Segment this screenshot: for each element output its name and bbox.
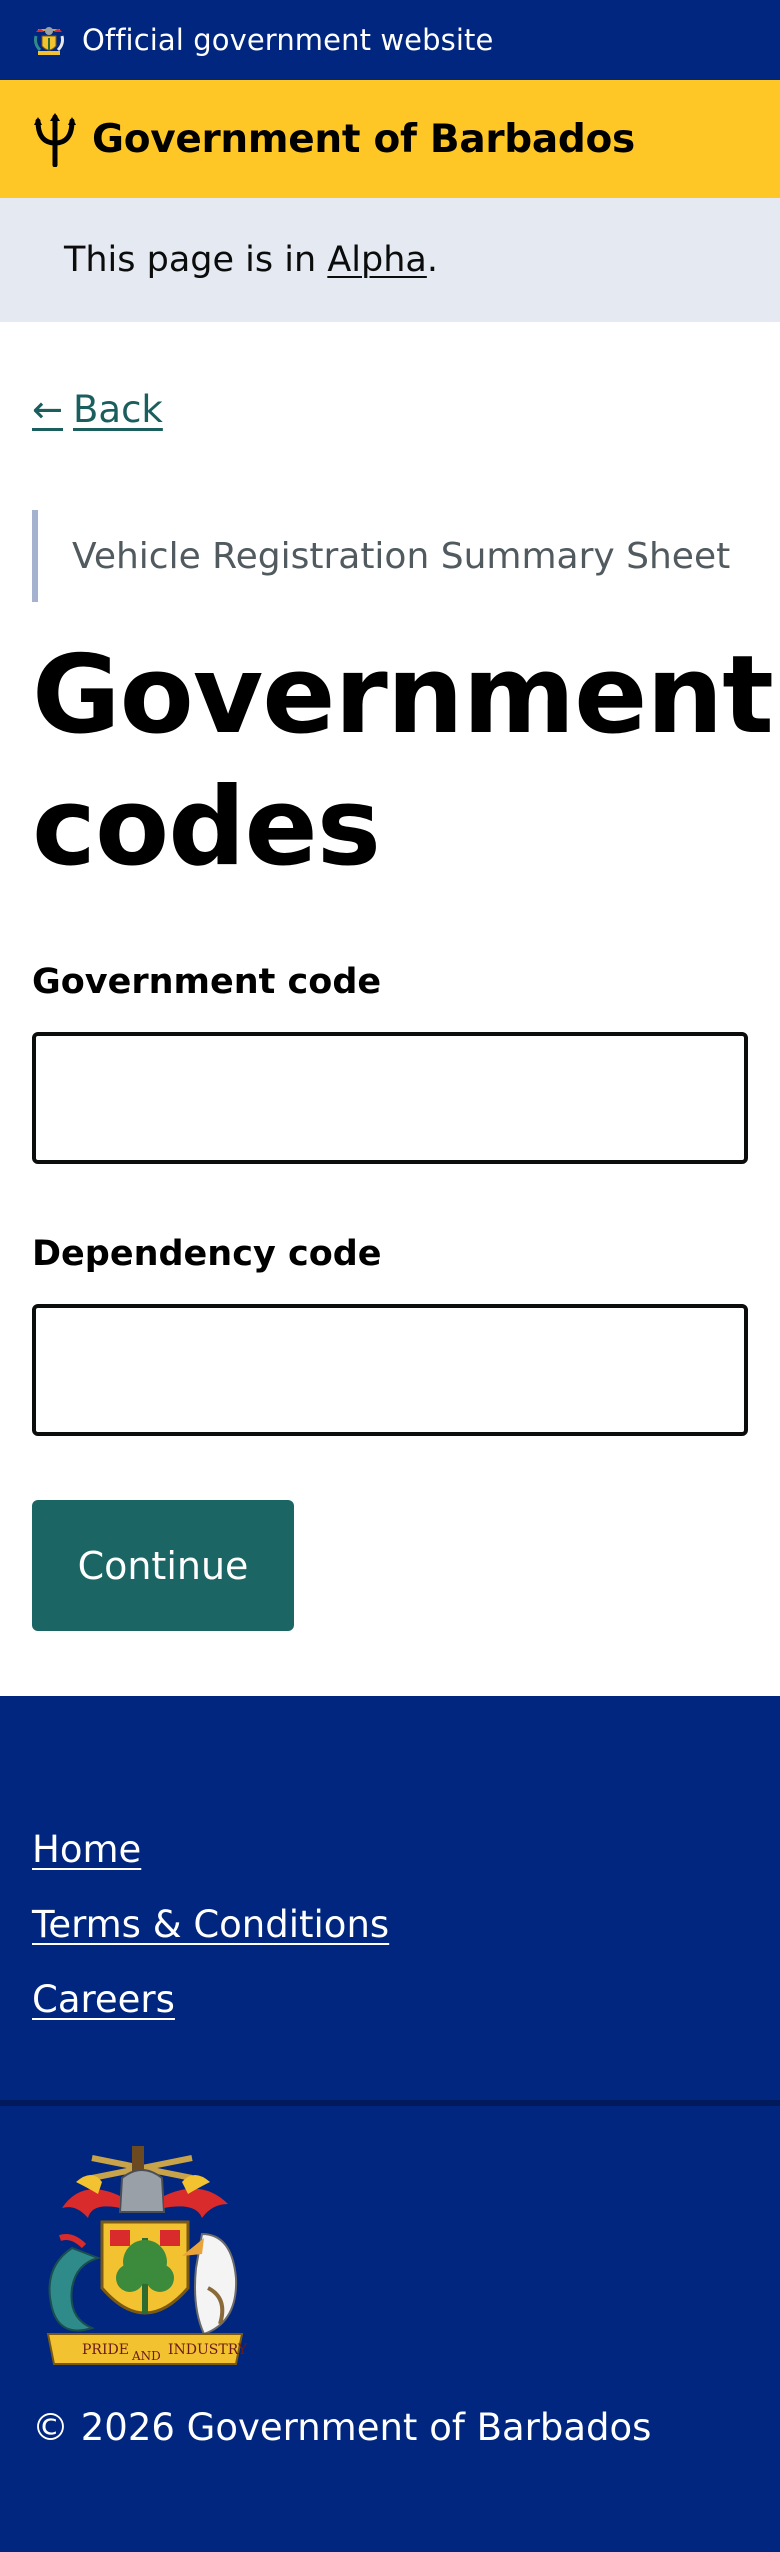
footer-link-home[interactable]: Home — [32, 1826, 389, 1874]
page-caption-text: Vehicle Registration Summary Sheet — [72, 535, 731, 577]
phase-banner-prefix: This page is in — [64, 240, 328, 280]
site-header: Government of Barbados — [0, 80, 780, 198]
page-title: Government codes — [32, 633, 774, 890]
footer-link-terms[interactable]: Terms & Conditions — [32, 1901, 389, 1949]
official-banner: Official government website — [0, 0, 780, 80]
dependency-code-label: Dependency code — [32, 1234, 382, 1274]
government-code-label: Government code — [32, 962, 382, 1002]
coat-of-arms-icon — [34, 27, 64, 55]
back-arrow-icon: ← — [32, 388, 64, 431]
continue-button[interactable]: Continue — [32, 1500, 294, 1631]
phase-banner: This page is in Alpha. — [0, 198, 780, 322]
phase-alpha-link[interactable]: Alpha — [327, 240, 427, 280]
footer-divider — [0, 2100, 780, 2106]
coat-of-arms-icon: PRIDE AND INDUSTRY — [46, 2146, 248, 2365]
motto-right: INDUSTRY — [168, 2342, 248, 2358]
official-banner-text: Official government website — [82, 23, 494, 57]
site-brand[interactable]: Government of Barbados — [92, 117, 635, 162]
footer-copyright: © 2026 Government of Barbados — [32, 2406, 652, 2449]
dependency-code-input[interactable] — [32, 1304, 748, 1436]
motto-center: AND — [131, 2349, 161, 2363]
motto-left: PRIDE — [82, 2342, 129, 2358]
trident-icon — [34, 113, 76, 167]
government-code-input[interactable] — [32, 1032, 748, 1164]
phase-banner-suffix: . — [426, 240, 438, 280]
footer-link-careers[interactable]: Careers — [32, 1976, 389, 2024]
footer-nav: Home Terms & Conditions Careers — [32, 1826, 389, 2051]
page-caption: Vehicle Registration Summary Sheet — [32, 510, 748, 602]
back-link-label: Back — [73, 388, 163, 431]
site-footer: Home Terms & Conditions Careers PRIDE AN… — [0, 1696, 780, 2552]
back-link[interactable]: ← Back — [32, 388, 163, 431]
